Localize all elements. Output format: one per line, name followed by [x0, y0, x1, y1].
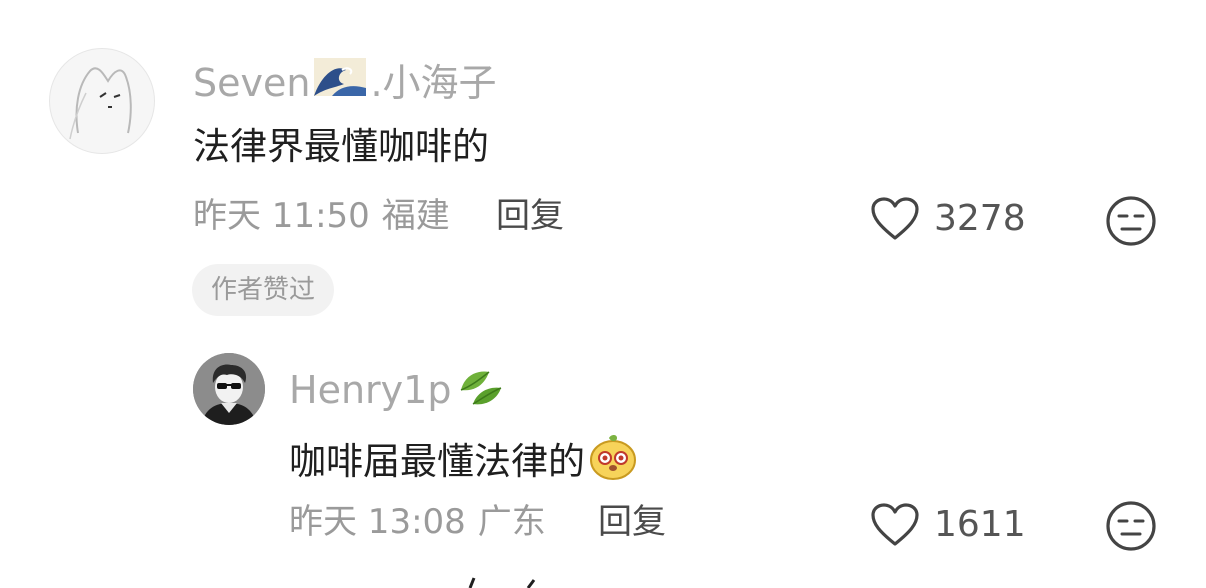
reply-button[interactable]: 回复 [496, 194, 564, 238]
comment-meta: 昨天 11:50 福建 [193, 194, 450, 238]
comment-location: 福建 [381, 196, 450, 236]
comment-username[interactable]: Henry1p [289, 360, 505, 419]
comment-text: 咖啡届最懂法律的 [289, 430, 639, 494]
commenter-avatar[interactable] [193, 353, 265, 425]
comment-text: 法律界最懂咖啡的 [193, 125, 489, 168]
wave-emoji-icon [312, 54, 368, 111]
comment-location: 广东 [477, 502, 546, 542]
meh-face-icon[interactable] [1105, 195, 1157, 251]
sunglasses-boy-avatar-icon [193, 353, 265, 425]
author-liked-badge: 作者赞过 [192, 264, 335, 316]
reply-button[interactable]: 回复 [598, 500, 666, 544]
cute-face-emoji-icon [587, 430, 639, 494]
like-count: 1611 [934, 504, 1026, 545]
like-button[interactable]: 3278 [870, 196, 1026, 242]
like-button[interactable]: 1611 [870, 502, 1026, 548]
comment-time: 昨天 13:08 [289, 502, 466, 542]
leaf-emoji-icon [455, 360, 505, 419]
next-item-cutoff [400, 572, 560, 588]
like-count: 3278 [934, 198, 1026, 239]
heart-outline-icon [871, 197, 919, 240]
commenter-avatar[interactable] [49, 48, 155, 154]
comment-time: 昨天 11:50 [193, 196, 370, 236]
comment-username[interactable]: Seven .小海子 [193, 54, 497, 111]
heart-outline-icon [871, 503, 919, 546]
meh-face-icon[interactable] [1105, 500, 1157, 556]
sketch-cat-avatar-icon [69, 67, 132, 140]
comment-meta: 昨天 13:08 广东 [289, 500, 546, 544]
